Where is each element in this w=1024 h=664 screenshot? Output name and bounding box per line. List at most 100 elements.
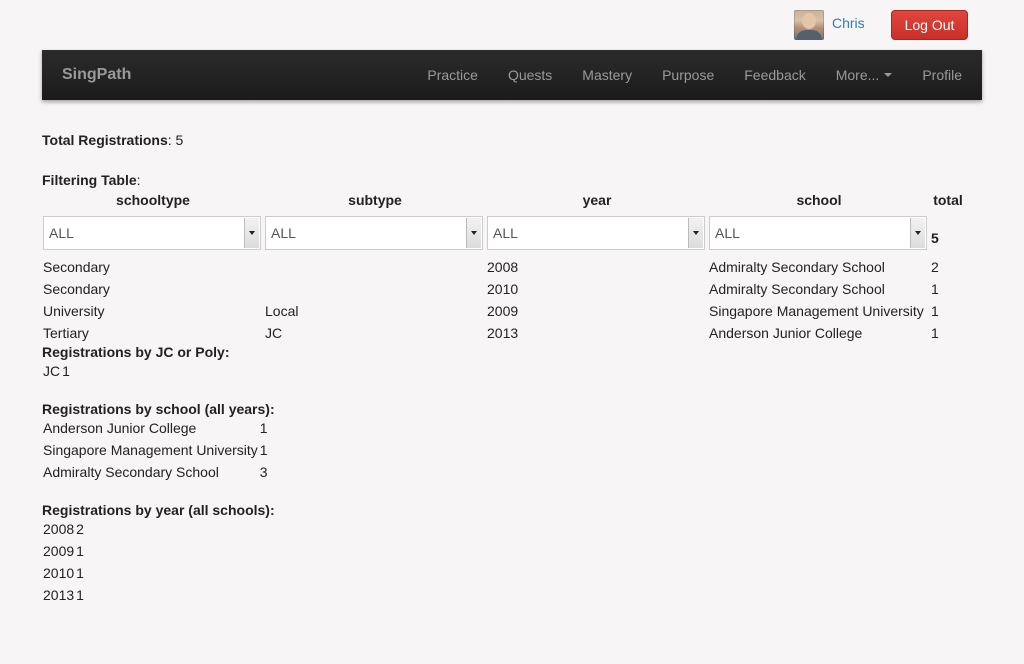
user-name-link[interactable]: Chris	[832, 15, 865, 31]
cell-schooltype: Secondary	[43, 281, 110, 297]
column-header-year: year	[582, 192, 612, 208]
school-section: Registrations by school (all years): And…	[42, 401, 982, 483]
school-section-title-colon: :	[269, 401, 275, 417]
nav-item-quests[interactable]: Quests	[508, 67, 552, 83]
cell-schooltype: Tertiary	[43, 325, 89, 341]
cell-school: Admiralty Secondary School	[43, 464, 219, 480]
cell-schooltype: University	[43, 303, 105, 319]
table-row: Secondary 2008 Admiralty Secondary Schoo…	[42, 256, 966, 278]
year-section-title: Registrations by year (all schools)	[42, 502, 270, 518]
filtering-table: schooltype subtype year school total ALL…	[42, 190, 966, 344]
cell-school: Admiralty Secondary School	[709, 281, 885, 297]
cell-count: 1	[259, 420, 268, 436]
cell-school: Singapore Management University	[43, 442, 258, 458]
table-row: JC 1	[42, 360, 71, 382]
dropdown-arrow-icon[interactable]	[688, 218, 703, 248]
table-row: Anderson Junior College 1	[42, 417, 269, 439]
caret-down-icon	[884, 73, 893, 77]
cell-count: 1	[76, 543, 84, 559]
table-row: Admiralty Secondary School 3	[42, 461, 269, 483]
dropdown-arrow-icon[interactable]	[466, 218, 481, 248]
cell-school: Singapore Management University	[709, 303, 924, 319]
table-row: Tertiary JC 2013 Anderson Junior College…	[42, 322, 966, 344]
filter-select-school[interactable]: ALL	[709, 216, 927, 250]
cell-count: 2	[76, 521, 84, 537]
school-section-title: Registrations by school (all years)	[42, 401, 270, 417]
nav-item-profile[interactable]: Profile	[922, 67, 962, 83]
filter-select-year[interactable]: ALL	[487, 216, 705, 250]
school-table: Anderson Junior College 1 Singapore Mana…	[42, 417, 269, 483]
cell-subtype	[264, 278, 486, 300]
filter-select-schooltype-value: ALL	[49, 225, 74, 241]
filter-select-school-value: ALL	[715, 225, 740, 241]
year-section: Registrations by year (all schools): 200…	[42, 502, 982, 606]
filter-select-subtype-value: ALL	[271, 225, 296, 241]
main-content: Total Registrations: 5 Filtering Table: …	[42, 132, 982, 606]
cell-year: 2010	[487, 281, 519, 297]
cell-year: 2013	[487, 325, 519, 341]
cell-count: 1	[76, 587, 84, 603]
cell-count: 1	[62, 363, 70, 379]
avatar[interactable]	[794, 10, 824, 40]
table-row: 2008 2	[42, 518, 85, 540]
filter-select-year-value: ALL	[493, 225, 518, 241]
year-table: 2008 2 2009 1 2010 1 2013 1	[42, 518, 85, 606]
filtering-table-title: Filtering Table	[42, 172, 137, 188]
table-row: 2009 1	[42, 540, 85, 562]
column-header-subtype: subtype	[348, 192, 402, 208]
filter-select-subtype[interactable]: ALL	[265, 216, 483, 250]
jc-poly-title: Registrations by JC or Poly	[42, 344, 225, 360]
cell-total: 2	[931, 259, 939, 275]
navbar: SingPath Practice Quests Mastery Purpose…	[42, 50, 982, 100]
cell-schooltype: Secondary	[43, 259, 110, 275]
cell-subtype: JC	[265, 325, 283, 341]
cell-year: 2008	[43, 521, 75, 537]
cell-year: 2009	[487, 303, 519, 319]
cell-school: Admiralty Secondary School	[709, 259, 885, 275]
filtering-table-section: Filtering Table: schooltype subtype year…	[42, 172, 982, 344]
cell-year: 2009	[43, 543, 75, 559]
nav-item-mastery[interactable]: Mastery	[582, 67, 632, 83]
total-registrations-label: Total Registrations	[42, 132, 168, 148]
cell-total: 1	[931, 303, 939, 319]
cell-total: 1	[931, 281, 939, 297]
filter-select-schooltype[interactable]: ALL	[43, 216, 261, 250]
jc-poly-table: JC 1	[42, 360, 71, 382]
table-row: University Local 2009 Singapore Manageme…	[42, 300, 966, 322]
cell-school: Anderson Junior College	[43, 420, 197, 436]
table-row: 2010 1	[42, 562, 85, 584]
cell-total: 1	[931, 325, 939, 341]
user-area: Chris	[794, 10, 865, 40]
cell-type: JC	[43, 363, 61, 379]
filter-total: 5	[931, 230, 939, 246]
brand-logo[interactable]: SingPath	[62, 66, 131, 84]
nav-item-practice[interactable]: Practice	[427, 67, 478, 83]
table-row: Singapore Management University 1	[42, 439, 269, 461]
cell-year: 2013	[43, 587, 75, 603]
jc-poly-section: Registrations by JC or Poly: JC 1	[42, 344, 982, 382]
dropdown-arrow-icon[interactable]	[244, 218, 259, 248]
table-row: 2013 1	[42, 584, 85, 606]
nav-item-feedback[interactable]: Feedback	[744, 67, 805, 83]
cell-count: 1	[259, 442, 268, 458]
nav-item-more-label: More...	[835, 67, 880, 83]
nav-item-purpose[interactable]: Purpose	[662, 67, 714, 83]
nav-menu: Practice Quests Mastery Purpose Feedback…	[397, 50, 962, 100]
jc-poly-title-colon: :	[224, 344, 230, 360]
filtering-table-colon: :	[136, 172, 141, 188]
cell-year: 2010	[43, 565, 75, 581]
column-header-total: total	[933, 192, 963, 208]
column-header-schooltype: schooltype	[116, 192, 190, 208]
total-registrations: Total Registrations: 5	[42, 132, 982, 148]
column-header-school: school	[796, 192, 842, 208]
logout-button[interactable]: Log Out	[891, 10, 968, 40]
cell-subtype	[264, 256, 486, 278]
cell-count: 3	[259, 464, 268, 480]
total-registrations-value: : 5	[167, 132, 184, 148]
nav-item-more[interactable]: More...	[836, 67, 893, 83]
table-row: Secondary 2010 Admiralty Secondary Schoo…	[42, 278, 966, 300]
cell-year: 2008	[487, 259, 519, 275]
cell-school: Anderson Junior College	[709, 325, 863, 341]
dropdown-arrow-icon[interactable]	[910, 218, 925, 248]
cell-count: 1	[76, 565, 84, 581]
